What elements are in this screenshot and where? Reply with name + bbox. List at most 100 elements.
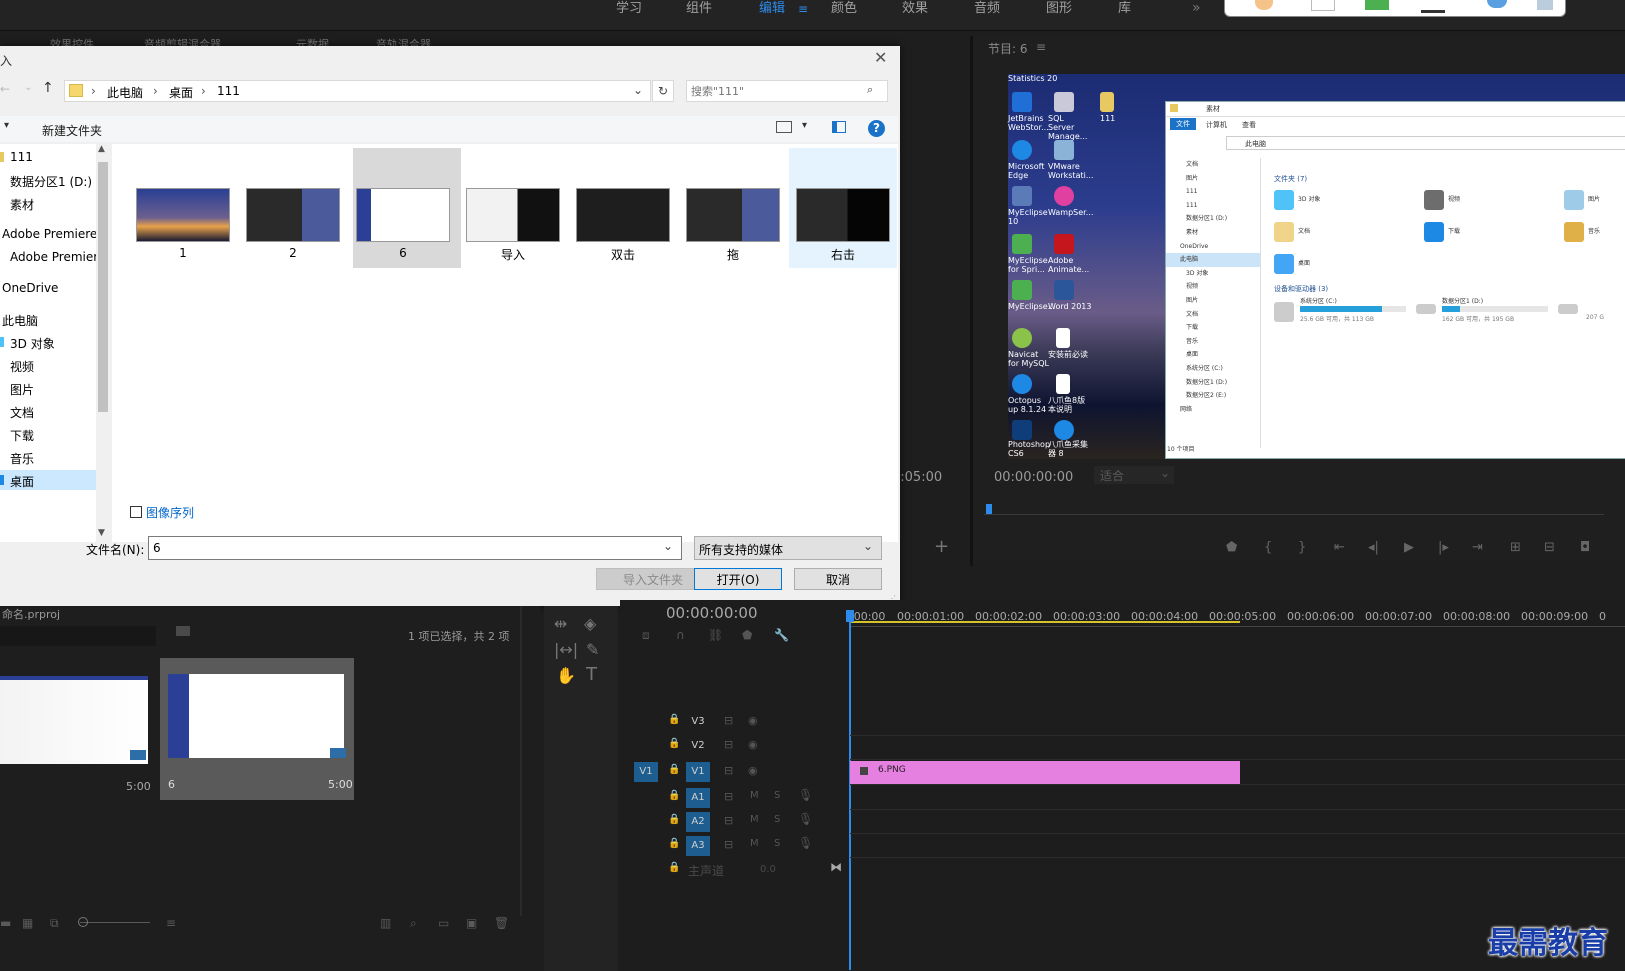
- globe-icon[interactable]: [1487, 0, 1507, 8]
- zoom-slider[interactable]: [80, 922, 150, 923]
- nav-scrollbar[interactable]: ▲ ▼: [96, 144, 110, 542]
- sync-lock-icon[interactable]: ⊟: [724, 790, 733, 803]
- lock-icon[interactable]: 🔒: [668, 790, 680, 801]
- solo-icon[interactable]: S: [774, 838, 780, 849]
- file-item[interactable]: 1: [136, 188, 244, 260]
- automate-icon[interactable]: ▥: [380, 916, 391, 930]
- comment-icon[interactable]: [1311, 0, 1335, 11]
- master-volume[interactable]: 0.0: [760, 864, 776, 875]
- image-sequence-checkbox[interactable]: [130, 506, 142, 518]
- linked-selection-icon[interactable]: ⛓: [708, 628, 723, 642]
- program-time-ruler[interactable]: [984, 502, 1604, 515]
- search-input[interactable]: [689, 82, 863, 100]
- filename-input[interactable]: 6: [153, 541, 161, 555]
- add-marker-icon[interactable]: ⬟: [742, 628, 752, 642]
- back-icon[interactable]: ←: [0, 82, 10, 96]
- snap-icon[interactable]: ∩: [676, 628, 685, 642]
- workspace-learn[interactable]: 学习: [616, 0, 642, 24]
- export-icon[interactable]: [1365, 0, 1389, 10]
- nav-item-data-partition[interactable]: 数据分区1 (D:): [10, 173, 92, 190]
- eye-icon[interactable]: ◉: [748, 738, 758, 751]
- extract-icon[interactable]: ⊟: [1544, 540, 1555, 555]
- breadcrumb-this-pc[interactable]: 此电脑: [107, 84, 143, 101]
- view-dropdown-icon[interactable]: ▾: [802, 120, 807, 131]
- breadcrumb-111[interactable]: 111: [217, 84, 240, 98]
- workspace-menu-icon[interactable]: ≡: [798, 2, 808, 16]
- nav-item-onedrive[interactable]: OneDrive: [2, 281, 58, 295]
- file-item[interactable]: 双击: [576, 188, 684, 263]
- chevron-down-icon[interactable]: ⌄: [633, 83, 643, 97]
- cancel-button[interactable]: 取消: [794, 568, 882, 590]
- nav-item-desktop[interactable]: 桌面: [10, 473, 34, 490]
- lock-icon[interactable]: 🔒: [668, 738, 680, 749]
- zoom-icon[interactable]: [1421, 0, 1445, 13]
- project-search-field[interactable]: [0, 626, 156, 646]
- view-options-icon[interactable]: [776, 121, 792, 133]
- track-label[interactable]: A1: [686, 788, 710, 808]
- slip-icon[interactable]: |↔|: [554, 640, 578, 659]
- pen-icon[interactable]: ✎: [586, 640, 599, 659]
- track-select-icon[interactable]: ⇹: [554, 614, 567, 633]
- image-sequence-label[interactable]: 图像序列: [146, 504, 194, 521]
- clear-icon[interactable]: 🗑: [494, 916, 509, 930]
- playhead-marker[interactable]: [986, 504, 992, 514]
- workspace-libraries[interactable]: 库: [1118, 0, 1131, 24]
- nav-item-premiere[interactable]: Adobe Premiere: [2, 227, 96, 241]
- file-item[interactable]: 6: [356, 188, 464, 260]
- project-item-selected[interactable]: 6 5:00: [160, 658, 354, 800]
- bin-filter-icon[interactable]: [176, 626, 190, 636]
- help-icon[interactable]: ?: [868, 120, 885, 137]
- icon-view-icon[interactable]: ⧉: [50, 916, 59, 931]
- nav-item-materials[interactable]: 素材: [10, 196, 34, 213]
- lock-icon[interactable]: 🔒: [668, 814, 680, 825]
- settings-wrench-icon[interactable]: 🔧: [774, 628, 789, 642]
- nav-item-videos[interactable]: 视频: [10, 358, 34, 375]
- go-to-end-icon[interactable]: ⧓: [830, 860, 842, 874]
- source-patch-v1[interactable]: V1: [634, 762, 658, 782]
- add-marker-icon[interactable]: ⬟: [1226, 540, 1237, 555]
- pin-icon[interactable]: [1537, 0, 1553, 10]
- lock-icon[interactable]: 🔒: [668, 764, 680, 775]
- lock-icon[interactable]: 🔒: [668, 714, 680, 725]
- scroll-thumb[interactable]: [98, 162, 108, 412]
- history-dropdown-icon[interactable]: ⌄: [24, 82, 32, 93]
- nav-item-premiere-2[interactable]: Adobe Premier: [10, 250, 96, 264]
- new-item-icon[interactable]: ▣: [466, 916, 477, 930]
- address-bar[interactable]: › 此电脑 › 桌面 › 111 ⌄: [64, 80, 651, 102]
- hand-icon[interactable]: [1255, 0, 1273, 10]
- timeline-timecode[interactable]: 00:00:00:00: [666, 604, 758, 622]
- go-to-out-icon[interactable]: ⇥: [1472, 540, 1483, 555]
- scroll-up-icon[interactable]: ▲: [98, 144, 105, 154]
- list-view-icon[interactable]: ▦: [22, 916, 33, 930]
- track-label[interactable]: V1: [686, 762, 710, 782]
- sync-lock-icon[interactable]: ⊟: [724, 838, 733, 851]
- eye-icon[interactable]: ◉: [748, 714, 758, 727]
- search-box[interactable]: ⌕: [686, 80, 888, 102]
- microphone-icon[interactable]: 🎙: [798, 836, 813, 850]
- project-item[interactable]: 5:00: [0, 662, 152, 793]
- mute-icon[interactable]: M: [750, 838, 759, 849]
- scroll-down-icon[interactable]: ▼: [98, 528, 105, 538]
- solo-icon[interactable]: S: [774, 790, 780, 801]
- lock-icon[interactable]: 🔒: [668, 838, 680, 849]
- nav-item-music[interactable]: 音乐: [10, 450, 34, 467]
- sort-icon[interactable]: ≡: [166, 916, 176, 930]
- hand-tool-icon[interactable]: ✋: [556, 666, 576, 685]
- nav-item-pictures[interactable]: 图片: [10, 381, 34, 398]
- zoom-slider-handle[interactable]: [78, 917, 88, 927]
- sync-lock-icon[interactable]: ⊟: [724, 764, 733, 777]
- go-to-in-icon[interactable]: ⇤: [1334, 540, 1345, 555]
- program-title[interactable]: 节目: 6: [988, 40, 1028, 57]
- work-area-bar[interactable]: [850, 621, 1240, 623]
- nav-item-3d-objects[interactable]: 3D 对象: [10, 335, 55, 352]
- razor-icon[interactable]: ◈: [584, 614, 596, 633]
- file-item[interactable]: 右击: [796, 188, 904, 263]
- new-bin-icon[interactable]: ▭: [438, 916, 449, 930]
- lock-icon[interactable]: ▬: [0, 916, 11, 930]
- add-button-icon[interactable]: +: [934, 536, 949, 557]
- lift-icon[interactable]: ⊞: [1510, 540, 1521, 555]
- eye-icon[interactable]: ◉: [748, 764, 758, 777]
- nav-item-downloads[interactable]: 下载: [10, 427, 34, 444]
- type-tool-icon[interactable]: T: [586, 664, 597, 685]
- sync-lock-icon[interactable]: ⊟: [724, 738, 733, 751]
